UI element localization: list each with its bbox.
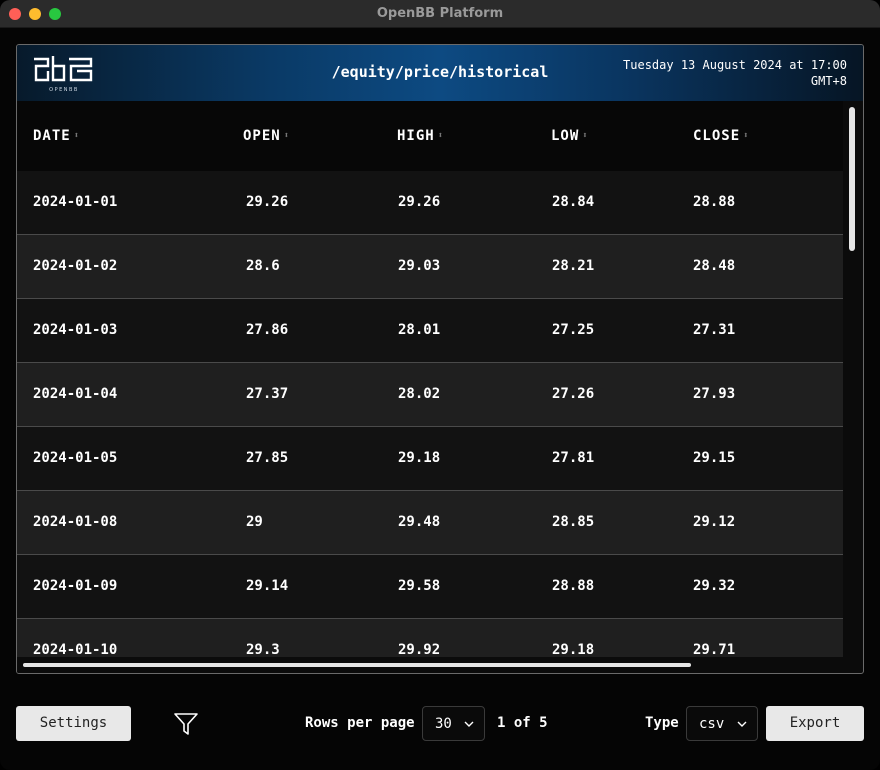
cell-low: 28.88 — [552, 578, 595, 594]
vertical-scrollbar[interactable] — [849, 107, 855, 251]
cell-date: 2024-01-08 — [33, 514, 118, 530]
column-header-open[interactable]: OPEN ⬍ — [243, 128, 290, 144]
rows-per-page-value: 30 — [435, 716, 452, 732]
cell-date: 2024-01-02 — [33, 258, 118, 274]
table-row: 2024-01-03 27.86 28.01 27.25 27.31 — [17, 299, 843, 363]
chevron-down-icon — [464, 721, 474, 727]
report-date: Tuesday 13 August 2024 at 17:00 — [623, 58, 847, 72]
cell-high: 29.03 — [398, 258, 441, 274]
page-of: of — [513, 715, 531, 731]
sort-icon[interactable]: ⬍ — [582, 131, 588, 141]
cell-high: 28.01 — [398, 322, 441, 338]
cell-low: 27.25 — [552, 322, 595, 338]
sort-icon[interactable]: ⬍ — [743, 131, 749, 141]
cell-date: 2024-01-05 — [33, 450, 118, 466]
cell-date: 2024-01-03 — [33, 322, 118, 338]
cell-low: 29.18 — [552, 642, 595, 658]
app-window: OpenBB Platform OPENBB /equity/price/his… — [0, 0, 880, 770]
cell-high: 29.92 — [398, 642, 441, 658]
cell-date: 2024-01-09 — [33, 578, 118, 594]
cell-date: 2024-01-10 — [33, 642, 118, 658]
cell-low: 28.84 — [552, 194, 595, 210]
horizontal-scrollbar[interactable] — [23, 663, 691, 667]
column-header-date[interactable]: DATE ⬍ — [33, 128, 80, 144]
cell-open: 27.86 — [246, 322, 289, 338]
cell-open: 27.37 — [246, 386, 289, 402]
cell-low: 28.21 — [552, 258, 595, 274]
table-header: DATE ⬍ OPEN ⬍ HIGH ⬍ LOW ⬍ CLOSE ⬍ — [17, 101, 843, 171]
cell-open: 29.3 — [246, 642, 280, 658]
rows-per-page-select[interactable]: 30 — [422, 706, 485, 741]
table-row: 2024-01-09 29.14 29.58 28.88 29.32 — [17, 555, 843, 619]
rows-per-page-label: Rows per page — [305, 715, 415, 731]
report-timestamp: Tuesday 13 August 2024 at 17:00 GMT+8 — [623, 57, 847, 89]
title-bar: OpenBB Platform — [0, 0, 880, 28]
export-type-select[interactable]: csv — [686, 706, 758, 741]
cell-low: 27.26 — [552, 386, 595, 402]
table-row: 2024-01-02 28.6 29.03 28.21 28.48 — [17, 235, 843, 299]
sort-icon[interactable]: ⬍ — [284, 131, 290, 141]
export-type-value: csv — [699, 716, 725, 732]
cell-high: 29.48 — [398, 514, 441, 530]
column-header-close[interactable]: CLOSE ⬍ — [693, 128, 750, 144]
table-row: 2024-01-04 27.37 28.02 27.26 27.93 — [17, 363, 843, 427]
cell-open: 28.6 — [246, 258, 280, 274]
sort-icon[interactable]: ⬍ — [438, 131, 444, 141]
window-title: OpenBB Platform — [376, 6, 504, 21]
export-button[interactable]: Export — [766, 706, 864, 741]
cell-high: 28.02 — [398, 386, 441, 402]
chevron-down-icon — [737, 721, 747, 727]
settings-button[interactable]: Settings — [16, 706, 131, 741]
cell-high: 29.26 — [398, 194, 441, 210]
cell-high: 29.58 — [398, 578, 441, 594]
banner: OPENBB /equity/price/historical Tuesday … — [17, 45, 863, 101]
page-current: 1 — [497, 715, 506, 731]
table-row: 2024-01-01 29.26 29.26 28.84 28.88 — [17, 171, 843, 235]
cell-open: 29.26 — [246, 194, 289, 210]
data-table-panel: OPENBB /equity/price/historical Tuesday … — [16, 44, 864, 674]
cell-high: 29.18 — [398, 450, 441, 466]
page-total: 5 — [539, 715, 548, 731]
cell-close: 29.15 — [693, 450, 736, 466]
logo-text: OPENBB — [49, 87, 79, 93]
export-type-label: Type — [645, 715, 679, 731]
column-header-high[interactable]: HIGH ⬍ — [397, 128, 444, 144]
cell-open: 29.14 — [246, 578, 289, 594]
cell-low: 28.85 — [552, 514, 595, 530]
cell-open: 29 — [246, 514, 263, 530]
cell-close: 29.71 — [693, 642, 736, 658]
cell-close: 28.88 — [693, 194, 736, 210]
cell-low: 27.81 — [552, 450, 595, 466]
cell-close: 28.48 — [693, 258, 736, 274]
report-timezone: GMT+8 — [810, 74, 847, 88]
filter-icon[interactable] — [173, 711, 199, 737]
pagination-status: 1 of 5 — [497, 715, 548, 731]
sort-icon[interactable]: ⬍ — [74, 131, 80, 141]
cell-close: 29.32 — [693, 578, 736, 594]
table-row: 2024-01-05 27.85 29.18 27.81 29.15 — [17, 427, 843, 491]
table-row: 2024-01-08 29 29.48 28.85 29.12 — [17, 491, 843, 555]
cell-date: 2024-01-01 — [33, 194, 118, 210]
column-header-low[interactable]: LOW ⬍ — [551, 128, 589, 144]
cell-date: 2024-01-04 — [33, 386, 118, 402]
cell-close: 27.31 — [693, 322, 736, 338]
footer-toolbar: Settings Rows per page 30 1 of 5 Type cs… — [0, 690, 880, 770]
cell-open: 27.85 — [246, 450, 289, 466]
cell-close: 29.12 — [693, 514, 736, 530]
cell-close: 27.93 — [693, 386, 736, 402]
